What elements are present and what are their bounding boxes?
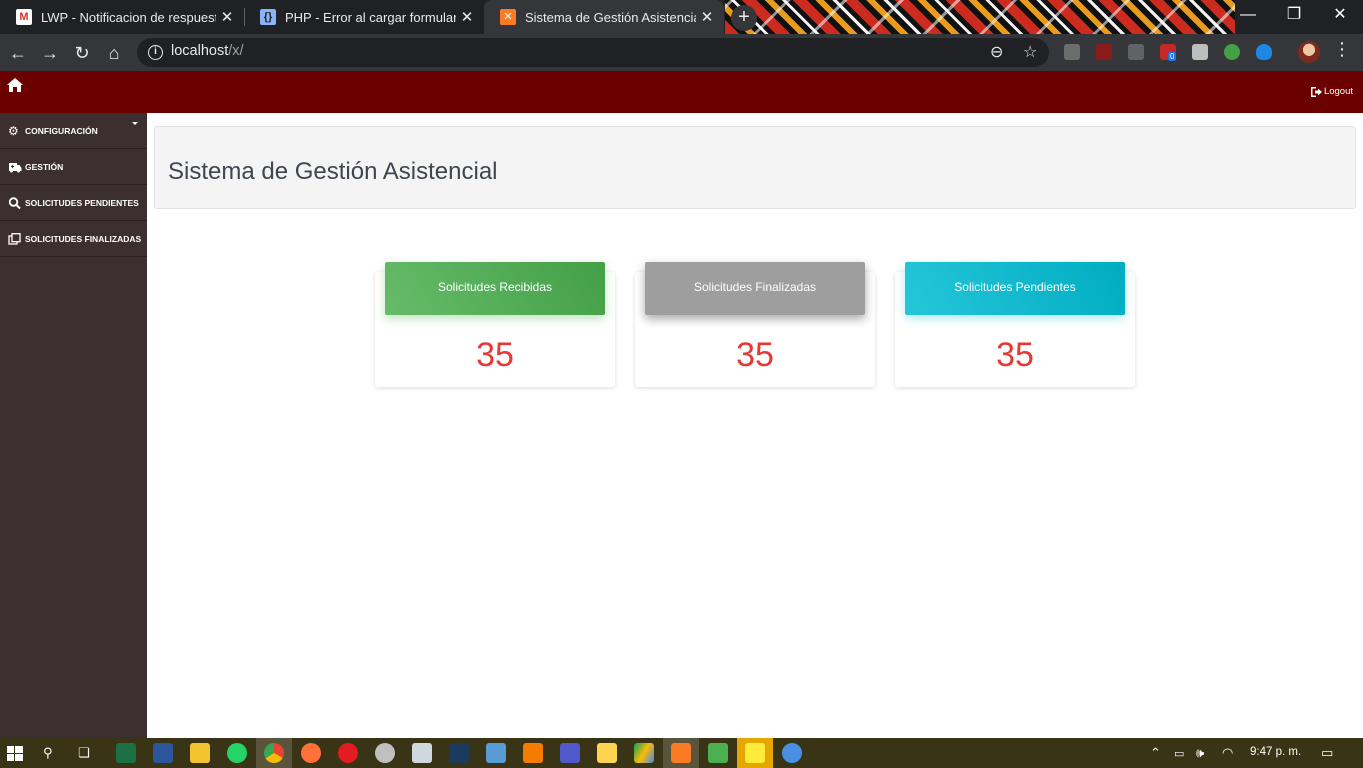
card-value: 35 <box>476 336 514 374</box>
search-icon <box>8 196 21 209</box>
app-icon[interactable] <box>375 743 395 763</box>
minimize-icon[interactable]: — <box>1225 0 1271 34</box>
app-icon[interactable] <box>449 743 469 763</box>
word-icon[interactable] <box>153 743 173 763</box>
card-solicitudes-recibidas[interactable]: Solicitudes Recibidas 35 <box>375 262 615 387</box>
sidebar-item-solicitudes-finalizadas[interactable]: SOLICITUDES FINALIZADAS <box>0 221 147 257</box>
cogs-icon: ⚙ <box>8 123 19 138</box>
google-drive-icon[interactable] <box>634 743 654 763</box>
new-tab-button[interactable]: + <box>731 5 757 31</box>
tab-gmail[interactable]: M LWP - Notificacion de respuesta c ✕ <box>0 0 244 34</box>
wifi-icon[interactable]: ◠ <box>1222 745 1233 761</box>
tab-title: Sistema de Gestión Asistencial <box>525 9 696 25</box>
card-solicitudes-finalizadas[interactable]: Solicitudes Finalizadas 35 <box>635 262 875 387</box>
drop-extension-icon[interactable] <box>1256 44 1272 60</box>
sidebar: ⚙ CONFIGURACIÓN GESTIÓN SOLICITUDES PEND… <box>0 113 147 738</box>
gear-extension-icon[interactable] <box>1224 44 1240 60</box>
clone-icon <box>8 232 21 245</box>
sticky-notes-icon[interactable] <box>745 743 765 763</box>
card-header: Solicitudes Recibidas <box>385 262 605 315</box>
zoom-icon[interactable]: ⊖ <box>990 42 1003 62</box>
gmail-icon: M <box>16 9 32 25</box>
back-icon[interactable]: ← <box>4 39 32 67</box>
excel-icon[interactable] <box>116 743 136 763</box>
home-browser-icon[interactable]: ⌂ <box>100 39 128 67</box>
notification-extension-icon[interactable]: 0 <box>1160 44 1177 61</box>
windows-start-icon[interactable] <box>7 746 23 761</box>
ambulance-icon <box>9 162 22 172</box>
browser-app-icon[interactable] <box>782 743 802 763</box>
reload-icon[interactable]: ↻ <box>68 39 96 67</box>
file-explorer-icon[interactable] <box>190 743 210 763</box>
tab-title: PHP - Error al cargar formulario <box>285 9 456 25</box>
close-window-icon[interactable]: ✕ <box>1317 0 1363 34</box>
taskbar-clock[interactable]: 9:47 p. m. <box>1250 746 1301 758</box>
page-header-panel: Sistema de Gestión Asistencial <box>154 126 1356 209</box>
brackets-icon: {} <box>260 9 276 25</box>
teams-icon[interactable] <box>560 743 580 763</box>
firefox-icon[interactable] <box>301 743 321 763</box>
sidebar-item-configuracion[interactable]: ⚙ CONFIGURACIÓN <box>0 113 147 149</box>
app-icon[interactable] <box>708 743 728 763</box>
card-header: Solicitudes Finalizadas <box>645 262 865 315</box>
cube-extension-icon[interactable] <box>1192 44 1208 60</box>
chevron-up-icon[interactable]: ⌃ <box>1150 745 1161 761</box>
virtualbox-icon[interactable] <box>486 743 506 763</box>
task-view-icon[interactable]: ❏ <box>78 745 90 761</box>
caret-down-icon <box>132 122 138 125</box>
close-tab-icon[interactable]: ✕ <box>696 8 718 26</box>
browser-toolbar: ← → ↻ ⌂ i localhost/x/ ⊖ ☆ 0 ⋮ <box>0 34 1363 71</box>
card-value: 35 <box>996 336 1034 374</box>
windows-taskbar: ⚲ ❏ ⌃ ▭ 🕪 ◠ 9:47 p. m. ▭ <box>0 738 1363 768</box>
browser-tab-strip: M LWP - Notificacion de respuesta c ✕ {}… <box>0 0 1363 34</box>
xampp-icon: ✕ <box>500 9 516 25</box>
sidebar-item-solicitudes-pendientes[interactable]: SOLICITUDES PENDIENTES <box>0 185 147 221</box>
extension-icon[interactable] <box>1128 44 1144 60</box>
close-tab-icon[interactable]: ✕ <box>456 8 478 26</box>
tab-sistema-gestion[interactable]: ✕ Sistema de Gestión Asistencial ✕ <box>484 0 724 34</box>
bookmark-star-icon[interactable]: ☆ <box>1023 42 1037 62</box>
card-value: 35 <box>736 336 774 374</box>
sidebar-item-gestion[interactable]: GESTIÓN <box>0 149 147 185</box>
notepad-icon[interactable] <box>412 743 432 763</box>
tab-php-error[interactable]: {} PHP - Error al cargar formulario ✕ <box>244 0 484 34</box>
notifications-icon[interactable]: ▭ <box>1321 745 1333 761</box>
chrome-icon[interactable] <box>264 743 284 763</box>
card-solicitudes-pendientes[interactable]: Solicitudes Pendientes 35 <box>895 262 1135 387</box>
app-header: Logout <box>0 71 1363 113</box>
whatsapp-icon[interactable] <box>227 743 247 763</box>
star-app-icon[interactable] <box>597 743 617 763</box>
site-info-icon[interactable]: i <box>148 45 163 60</box>
address-bar[interactable]: i localhost/x/ ⊖ ☆ <box>137 38 1049 67</box>
opera-icon[interactable] <box>338 743 358 763</box>
logout-link[interactable]: Logout <box>1310 86 1353 97</box>
restore-icon[interactable]: ❐ <box>1271 0 1317 34</box>
profile-avatar[interactable] <box>1298 41 1320 63</box>
tab-title: LWP - Notificacion de respuesta c <box>41 9 216 25</box>
browser-menu-icon[interactable]: ⋮ <box>1332 39 1352 60</box>
url-text: localhost/x/ <box>171 43 244 59</box>
xampp-icon[interactable] <box>671 743 691 763</box>
volume-icon[interactable]: 🕪 <box>1196 745 1204 761</box>
sign-out-icon <box>1310 86 1322 97</box>
forward-icon[interactable]: → <box>36 39 64 67</box>
close-tab-icon[interactable]: ✕ <box>216 8 238 26</box>
pdf-extension-icon[interactable] <box>1096 44 1112 60</box>
avg-extension-icon[interactable] <box>1064 44 1080 60</box>
search-taskbar-icon[interactable]: ⚲ <box>43 745 53 761</box>
card-header: Solicitudes Pendientes <box>905 262 1125 315</box>
battery-icon[interactable]: ▭ <box>1174 747 1184 760</box>
home-icon[interactable] <box>7 78 23 92</box>
extension-badge: 0 <box>1168 52 1177 61</box>
page-title: Sistema de Gestión Asistencial <box>168 158 498 185</box>
sublime-icon[interactable] <box>523 743 543 763</box>
